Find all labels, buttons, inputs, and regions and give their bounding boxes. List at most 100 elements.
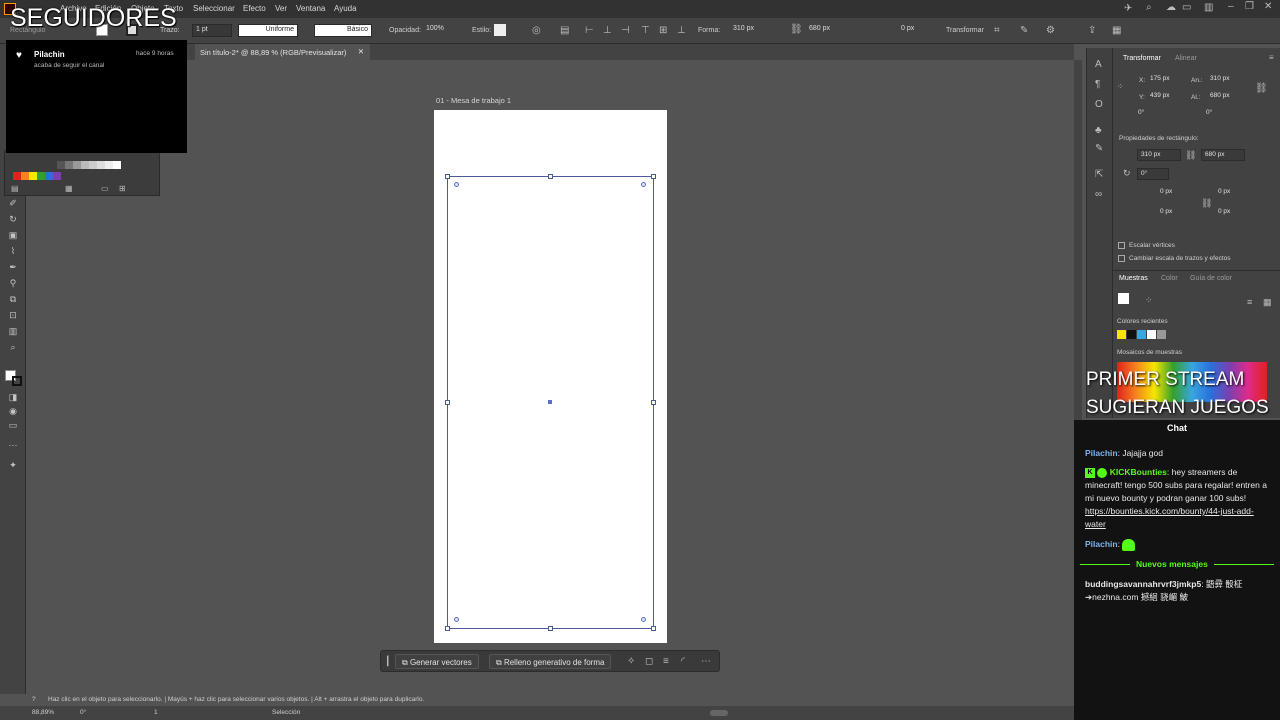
- rocket-icon[interactable]: ✈: [1124, 4, 1132, 14]
- swatch[interactable]: [29, 172, 37, 180]
- rect-angle-field[interactable]: 0°: [1137, 168, 1169, 180]
- arrange-documents-icon[interactable]: ▦: [1112, 26, 1121, 36]
- menu-ver[interactable]: Ver: [275, 4, 287, 13]
- panel-menu-icon[interactable]: ≡: [1269, 53, 1274, 63]
- draw-mode-icon[interactable]: ◉: [7, 406, 19, 416]
- stroke-weight-field[interactable]: 1 pt: [192, 24, 232, 37]
- new-swatch-icon[interactable]: ⊞: [119, 184, 126, 194]
- tool-mode[interactable]: Selección: [272, 709, 300, 716]
- resize-handle[interactable]: [445, 174, 450, 179]
- stroke-color-icon[interactable]: [12, 376, 22, 386]
- resize-handle[interactable]: [651, 174, 656, 179]
- swatch[interactable]: [73, 161, 81, 169]
- resize-handle[interactable]: [548, 174, 553, 179]
- align-bottom-icon[interactable]: ⊥: [677, 26, 686, 36]
- menu-efecto[interactable]: Efecto: [243, 4, 266, 13]
- opacity-field[interactable]: 100%: [423, 24, 457, 37]
- menu-seleccionar[interactable]: Seleccionar: [193, 4, 235, 13]
- swatch[interactable]: [45, 172, 53, 180]
- path-icon[interactable]: ✎: [1020, 26, 1028, 36]
- swatch[interactable]: [97, 161, 105, 169]
- w-field[interactable]: 310 px: [1207, 74, 1247, 86]
- resize-handle[interactable]: [548, 626, 553, 631]
- y-field[interactable]: 439 px: [1147, 91, 1187, 103]
- chat-link[interactable]: https://bounties.kick.com/bounty/44-just…: [1085, 506, 1254, 529]
- arrange-icon[interactable]: ▥: [1204, 3, 1213, 13]
- graphic-style-swatch[interactable]: [494, 24, 506, 36]
- rotation-value[interactable]: 0°: [80, 709, 86, 716]
- rect-link-icon[interactable]: ⛓: [1185, 150, 1196, 160]
- generative-fill-button[interactable]: ⧉ Relleno generativo de forma: [489, 654, 612, 669]
- more-tools-icon[interactable]: ⋯: [7, 440, 19, 450]
- shear-field[interactable]: 0°: [1203, 108, 1243, 120]
- shape-builder-tool-icon[interactable]: ⧉: [7, 294, 19, 304]
- h-field[interactable]: 680 px: [1207, 91, 1247, 103]
- maximize-icon[interactable]: ❐: [1245, 2, 1254, 12]
- search-icon[interactable]: ⌕: [1146, 3, 1152, 13]
- fill-square-icon[interactable]: ◻: [645, 657, 653, 667]
- blend-tool-icon[interactable]: ⚲: [7, 278, 19, 288]
- minimize-icon[interactable]: –: [1228, 2, 1234, 12]
- more-options-icon[interactable]: ⋯: [701, 657, 711, 667]
- resize-handle[interactable]: [651, 400, 656, 405]
- swatch[interactable]: [113, 161, 121, 169]
- paragraph-panel-icon[interactable]: ¶: [1095, 80, 1100, 90]
- scale-corners-checkbox[interactable]: [1118, 242, 1125, 249]
- recent-swatch[interactable]: [1147, 330, 1156, 339]
- brush-select[interactable]: Básico: [314, 24, 372, 37]
- corner-icon[interactable]: ◜: [681, 657, 685, 667]
- corner-widget[interactable]: [641, 617, 646, 622]
- align-left-icon[interactable]: ⊢: [585, 26, 594, 36]
- corner-radius-field[interactable]: 0 px: [898, 24, 938, 37]
- character-panel-icon[interactable]: A: [1095, 60, 1102, 70]
- artboard-number[interactable]: 1: [154, 709, 158, 716]
- shape-width-field[interactable]: 310 px: [730, 24, 782, 37]
- stroke-style-select[interactable]: Uniforme: [238, 24, 298, 37]
- corner-widget[interactable]: [454, 617, 459, 622]
- swatch[interactable]: [105, 161, 113, 169]
- transform-link[interactable]: Transformar: [946, 27, 984, 34]
- resize-handle[interactable]: [651, 626, 656, 631]
- corner-link-icon[interactable]: ⛓: [1201, 198, 1212, 208]
- swatch[interactable]: [53, 172, 61, 180]
- reference-point-icon[interactable]: ⁘: [1117, 82, 1124, 92]
- align-center-icon[interactable]: ⊥: [603, 26, 612, 36]
- generate-vectors-button[interactable]: ⧉ Generar vectores: [395, 654, 479, 669]
- warp-tool-icon[interactable]: ⌇: [7, 246, 19, 256]
- eraser-tool-icon[interactable]: ✐: [7, 198, 19, 208]
- corner-tl-field[interactable]: 0 px: [1157, 187, 1187, 199]
- links-panel-icon[interactable]: ∞: [1095, 190, 1102, 200]
- angle-field[interactable]: 0°: [1135, 108, 1175, 120]
- list-view-icon[interactable]: ≡: [1247, 297, 1252, 307]
- grid-view-icon[interactable]: ▦: [1263, 297, 1272, 307]
- recent-swatch[interactable]: [1127, 330, 1136, 339]
- recent-swatch[interactable]: [1157, 330, 1166, 339]
- swatch[interactable]: [57, 161, 65, 169]
- library-icon[interactable]: ▤: [11, 184, 19, 194]
- swatch-kind-icon[interactable]: ⁘: [1145, 295, 1153, 305]
- chat-username[interactable]: Pilachin: [1085, 539, 1118, 549]
- tab-muestras[interactable]: Muestras: [1119, 275, 1148, 282]
- shape-height-field[interactable]: 680 px: [806, 24, 858, 37]
- share-icon[interactable]: ⇪: [1088, 26, 1096, 36]
- corner-widget[interactable]: [454, 182, 459, 187]
- corner-widget[interactable]: [641, 182, 646, 187]
- align-icon[interactable]: ▤: [560, 26, 569, 36]
- tab-alinear[interactable]: Alinear: [1175, 55, 1197, 62]
- brushes-panel-icon[interactable]: ✎: [1095, 144, 1103, 154]
- zoom-level[interactable]: 88,89%: [32, 709, 54, 716]
- x-field[interactable]: 175 px: [1147, 74, 1187, 86]
- globe-icon[interactable]: ◎: [532, 26, 541, 36]
- chat-username[interactable]: buddingsavannahrvrf3jmkp5: [1085, 579, 1201, 589]
- stroke-lines-icon[interactable]: ≡: [663, 657, 669, 667]
- color-mode-icon[interactable]: ◨: [7, 392, 19, 402]
- chat-username[interactable]: Pilachin: [1085, 448, 1118, 458]
- align-top-icon[interactable]: ⊤: [641, 26, 650, 36]
- swatch[interactable]: [13, 172, 21, 180]
- close-icon[interactable]: ✕: [1264, 2, 1272, 12]
- screen-mode-icon[interactable]: ▭: [7, 420, 19, 430]
- horizontal-scroll-thumb[interactable]: [710, 710, 728, 716]
- rect-rotate-icon[interactable]: ↻: [1123, 168, 1131, 178]
- rotate-tool-icon[interactable]: ↻: [7, 214, 19, 224]
- zoom-tool-icon[interactable]: ⌕: [7, 342, 19, 352]
